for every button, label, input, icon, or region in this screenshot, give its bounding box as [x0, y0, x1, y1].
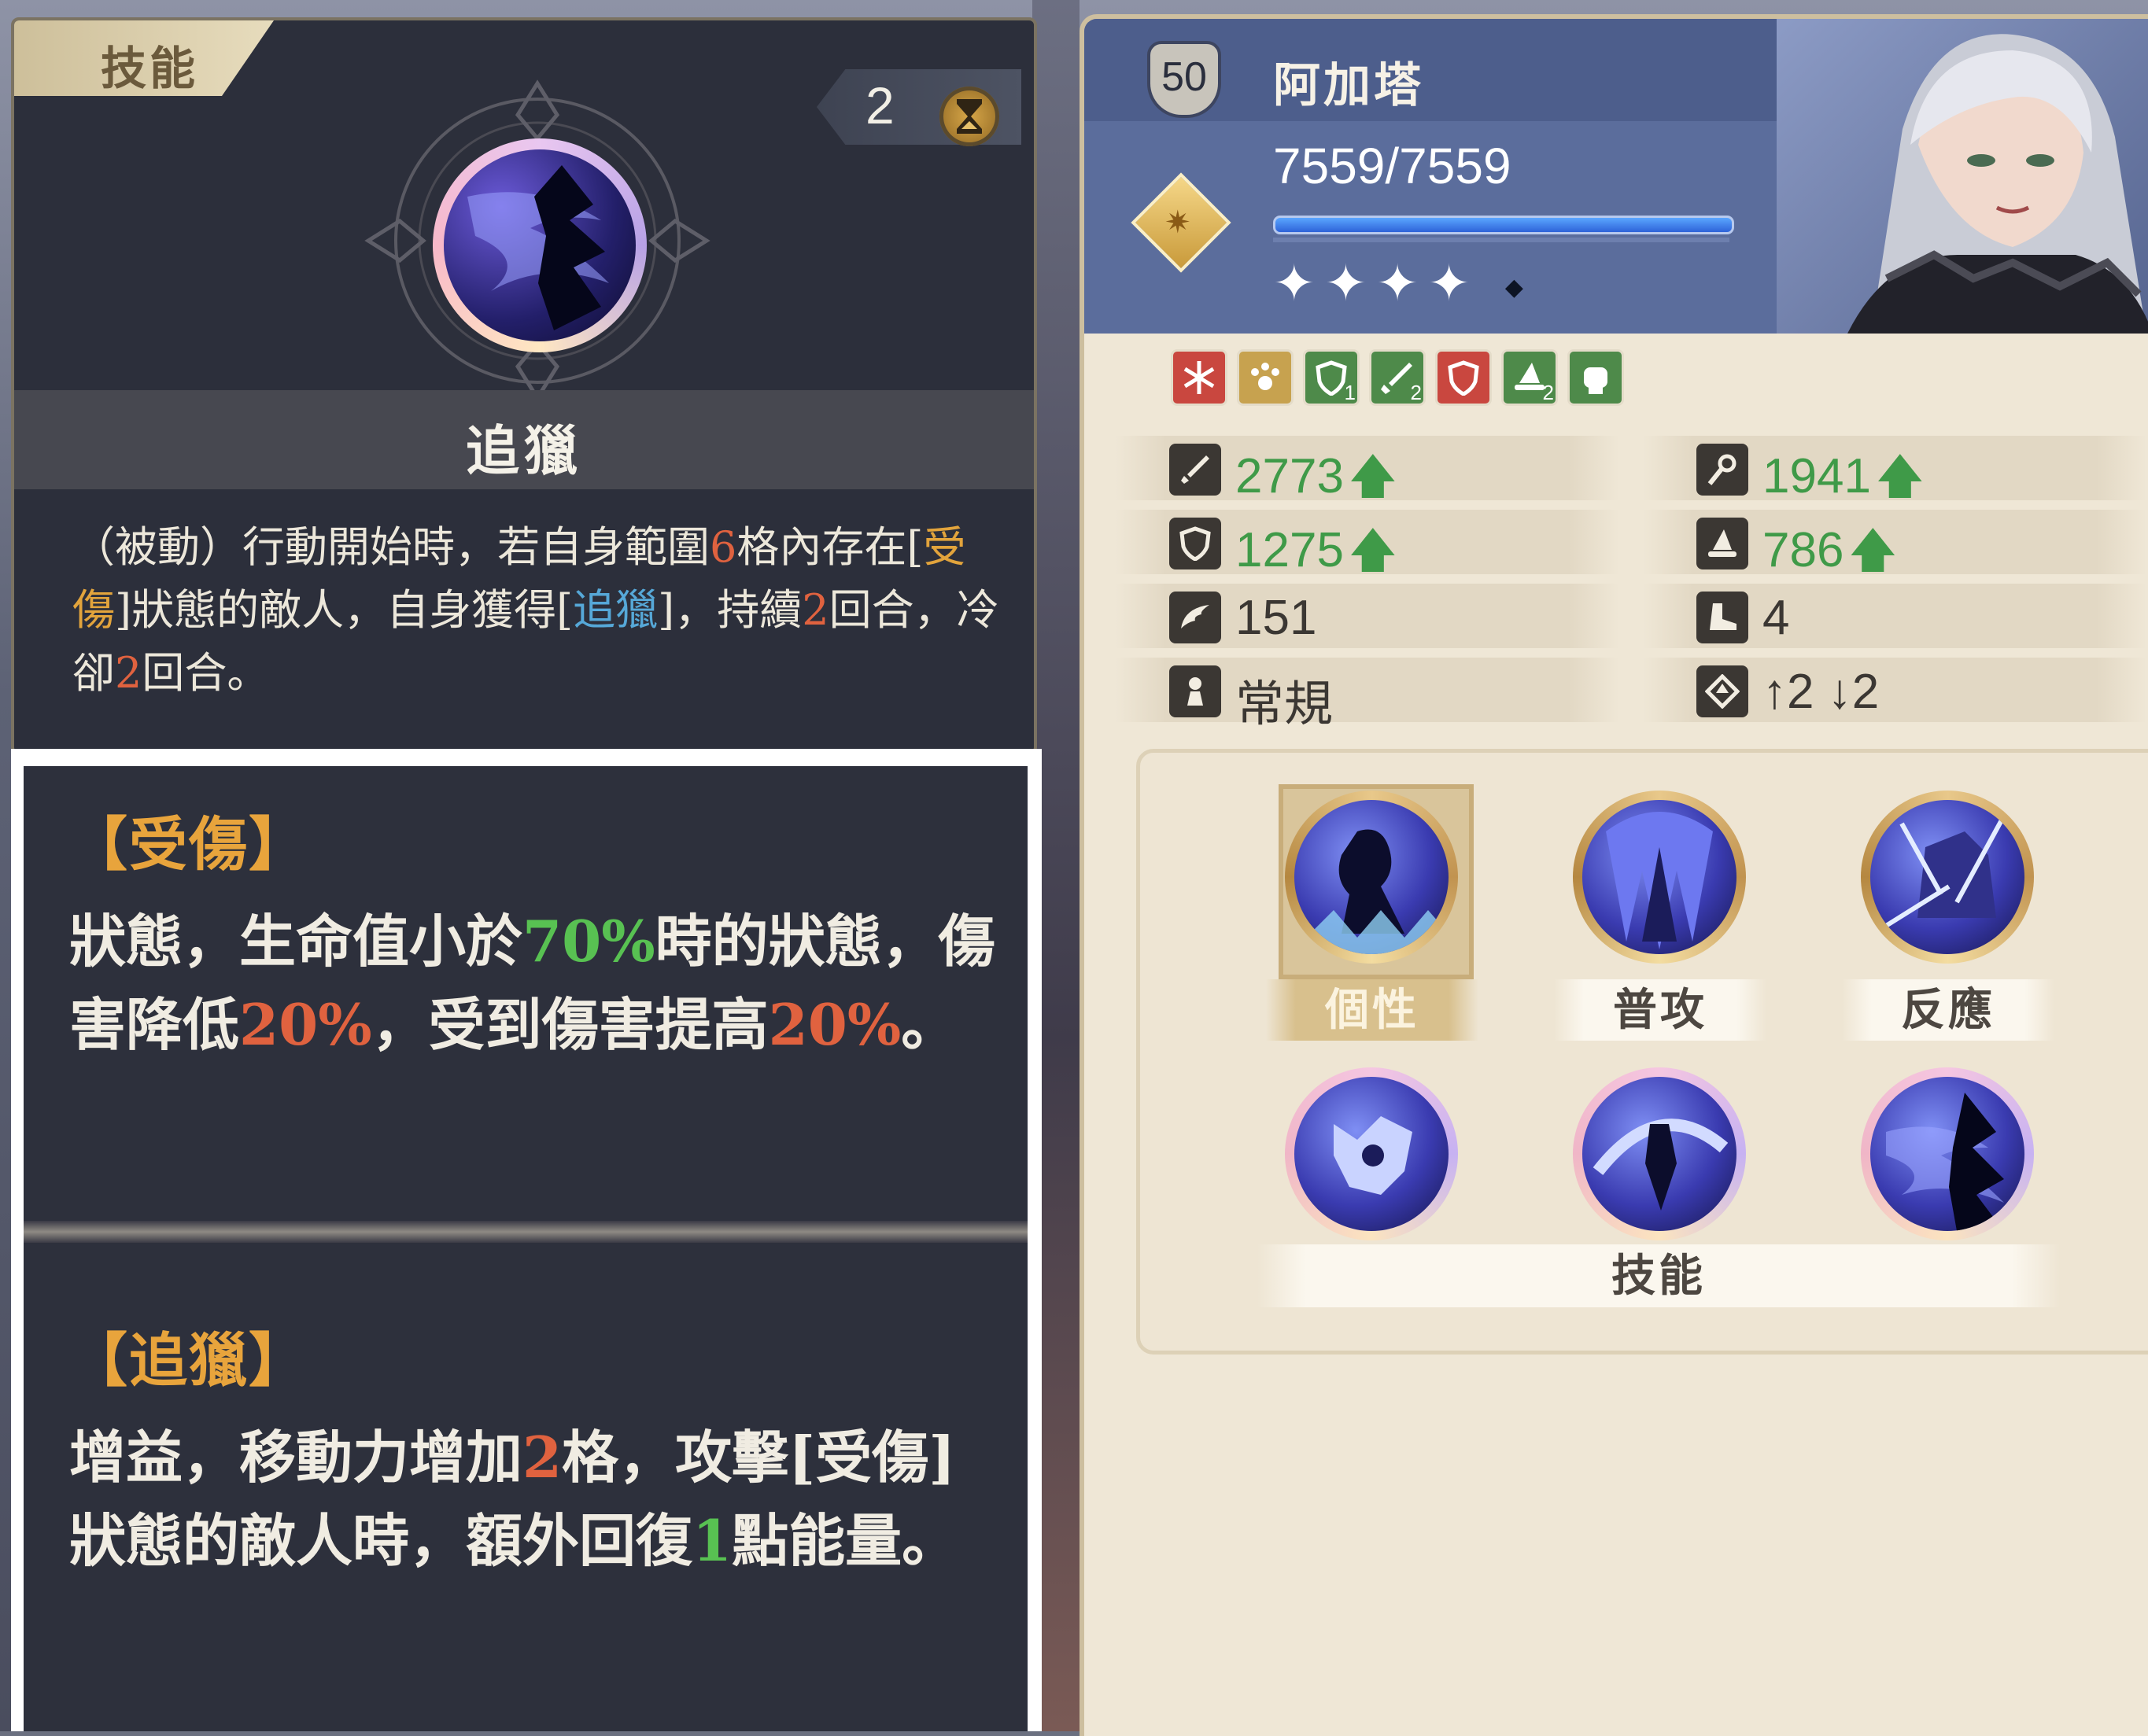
text-segment: 狀態，生命值小於: [69, 908, 523, 975]
hp-bar-track: [1273, 238, 1729, 242]
paw-icon[interactable]: [1237, 349, 1294, 406]
tooltip-title: 【追獵】: [69, 1327, 308, 1395]
skill-normal-attack-icon[interactable]: [1573, 791, 1746, 964]
magic-defense-value: 786: [1762, 523, 1844, 577]
character-panel: 50 阿加塔 ✷ 7559/7559 ✦✦✦✦ ◆ 122 2773 🡅 194…: [1080, 14, 2148, 1736]
text-segment: 6: [710, 522, 737, 572]
character-header: 50 阿加塔 ✷ 7559/7559 ✦✦✦✦ ◆: [1084, 19, 2148, 334]
skill-name: 追獵: [465, 420, 582, 483]
stat-defense: 1275 🡅: [1116, 510, 1619, 577]
text-segment: 20%: [768, 991, 902, 1058]
hp-text: 7559/7559: [1273, 138, 1511, 194]
character-name: 阿加塔: [1273, 58, 1424, 113]
skill-hunt-icon[interactable]: [1861, 1067, 2034, 1240]
text-segment: （被動）行動開始時，若自身範圍: [72, 522, 710, 572]
elevation-value: ↑2 ↓2: [1762, 665, 1880, 719]
skill-tab-label: 技能: [101, 42, 199, 95]
stat-movement: 4: [1643, 584, 2146, 648]
text-segment: 70%: [522, 908, 655, 975]
fist-icon[interactable]: [1567, 349, 1624, 406]
text-segment: 1: [692, 1507, 733, 1574]
cooldown-value: 2: [865, 76, 895, 135]
defense-value: 1275: [1235, 523, 1344, 577]
star-icon: ✦: [1273, 255, 1325, 313]
star-icon: ✦: [1324, 255, 1377, 313]
movement-value: 4: [1762, 591, 1790, 645]
label-trait: 個性: [1266, 979, 1478, 1041]
sword-up-icon[interactable]: 2: [1369, 349, 1426, 406]
skill-slash-icon[interactable]: [1573, 1067, 1746, 1240]
skill-icon-hunt: [433, 138, 647, 352]
buff-stack-count: 2: [1410, 381, 1422, 404]
text-segment: ]狀態的敵人，自身獲得[: [115, 585, 574, 635]
text-segment: 2: [802, 585, 829, 635]
level-badge: 50: [1147, 41, 1221, 118]
text-segment: ]，持續: [658, 585, 803, 635]
text-segment: 2: [115, 648, 142, 698]
hat-up-icon[interactable]: 2: [1501, 349, 1558, 406]
stat-move-type: 常規: [1116, 658, 1619, 732]
tooltip-body: 狀態，生命值小於70%時的狀態，傷害降低20%，受到傷害提高20%。: [69, 900, 998, 1067]
skill-reaction-icon[interactable]: [1861, 791, 2034, 964]
skill-detail-panel: 技能 2 追獵 （被動）行動開始時，若自身範圍6格內存在[受傷]狀態的敵人，自身…: [0, 0, 1042, 1731]
label-normal-attack: 普攻: [1554, 979, 1766, 1041]
text-segment: 追獵: [573, 585, 659, 635]
skill-title-bar: 追獵: [14, 390, 1034, 489]
star-icon: ✦: [1427, 255, 1480, 313]
skill-stat-value: 151: [1235, 591, 1317, 645]
stat-skill: 151: [1116, 584, 1619, 648]
skill-tab[interactable]: 技能: [14, 20, 274, 96]
hp-bar: [1273, 216, 1734, 234]
shield-icon: [1169, 518, 1221, 569]
character-portrait: [1777, 19, 2148, 334]
wizard-hat-icon: [1696, 518, 1748, 569]
text-segment: 2: [522, 1424, 563, 1491]
snowflake-icon[interactable]: [1171, 349, 1227, 406]
stat-elevation: ↑2 ↓2: [1643, 658, 2146, 722]
label-reaction: 反應: [1842, 979, 2054, 1041]
empty-star-icon: ◆: [1504, 274, 1533, 301]
stat-magic-attack: 1941 🡅: [1643, 436, 2146, 503]
text-segment: ，受到傷害提高: [371, 991, 769, 1058]
stat-magic-defense: 786 🡅: [1643, 510, 2146, 577]
text-segment: 。: [901, 991, 958, 1058]
star-icon: ✦: [1376, 255, 1428, 313]
attack-value: 2773: [1235, 449, 1344, 503]
skill-description: （被動）行動開始時，若自身範圍6格內存在[受傷]狀態的敵人，自身獲得[追獵]，持…: [72, 516, 1001, 705]
buff-stack-count: 2: [1542, 381, 1554, 404]
shield-up-icon[interactable]: 1: [1303, 349, 1360, 406]
skill-card: 技能 2 追獵 （被動）行動開始時，若自身範圍6格內存在[受傷]狀態的敵人，自身…: [11, 17, 1037, 755]
text-segment: 格內存在[: [736, 522, 924, 572]
move-type-value: 常規: [1235, 677, 1334, 732]
tooltip-injured: 【受傷】 狀態，生命值小於70%時的狀態，傷害降低20%，受到傷害提高20%。: [24, 766, 1028, 1221]
tooltip-separator: [24, 1221, 1028, 1243]
elevation-icon: [1696, 665, 1748, 717]
text-segment: 20%: [239, 991, 372, 1058]
text-segment: 回合。: [142, 648, 270, 698]
skill-wolf-icon[interactable]: [1285, 1067, 1458, 1240]
magic-attack-value: 1941: [1762, 449, 1871, 503]
emblem-star-icon: ✷: [1164, 205, 1191, 241]
sword-icon: [1169, 444, 1221, 496]
star-rating: ✦✦✦✦ ◆: [1273, 255, 1533, 313]
hourglass-icon: [939, 87, 999, 146]
level-value: 50: [1161, 54, 1207, 100]
text-segment: 增益，移動力增加: [69, 1424, 523, 1491]
shield-down-icon[interactable]: [1435, 349, 1492, 406]
buff-stack-count: 1: [1344, 381, 1356, 404]
skill-trait-icon[interactable]: [1285, 791, 1458, 964]
pawn-icon: [1169, 665, 1221, 717]
label-skills: 技能: [1257, 1244, 2060, 1307]
tooltip-hunt: 【追獵】 增益，移動力增加2格，攻擊[受傷]狀態的敵人時，額外回復1點能量。: [24, 1243, 1028, 1731]
tooltip-body: 增益，移動力增加2格，攻擊[受傷]狀態的敵人時，額外回復1點能量。: [69, 1416, 998, 1583]
stat-attack: 2773 🡅: [1116, 436, 1619, 503]
wing-icon: [1169, 592, 1221, 643]
tooltip-title: 【受傷】: [69, 811, 308, 879]
staff-icon: [1696, 444, 1748, 496]
boot-icon: [1696, 592, 1748, 643]
text-segment: 點能量。: [732, 1507, 959, 1574]
